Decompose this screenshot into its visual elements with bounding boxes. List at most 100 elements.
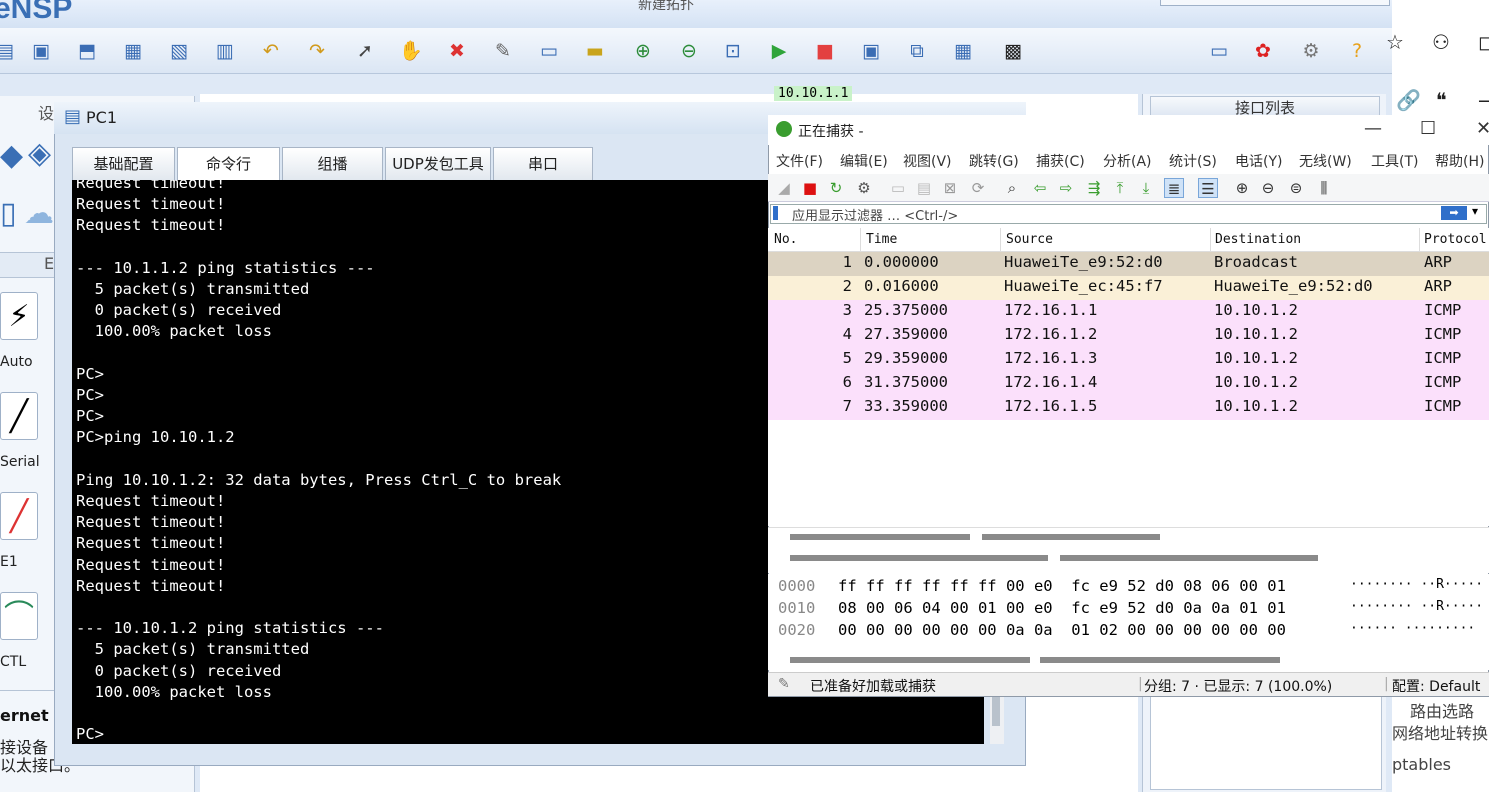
maximize-icon[interactable]: ☐ xyxy=(1420,118,1436,139)
browser-text-nat[interactable]: 网络地址转换 xyxy=(1392,720,1488,744)
shark-fin-icon[interactable]: ◢ xyxy=(774,178,794,198)
ctl-cable-icon[interactable]: ⌒ xyxy=(0,592,38,640)
browser-text-iptables[interactable]: ptables xyxy=(1392,755,1451,774)
stop-capture-icon[interactable]: ■ xyxy=(800,178,820,198)
save-as-icon[interactable]: ▧ xyxy=(166,38,192,64)
packet-row[interactable]: 1 0.000000 HuaweiTe_e9:52:d0 Broadcast ARP xyxy=(768,252,1489,276)
capture-icon[interactable]: ▣ xyxy=(858,38,884,64)
find-icon[interactable]: ⌕ xyxy=(1002,178,1022,198)
tab-serial[interactable]: 串口 xyxy=(493,147,593,180)
capture-options-icon[interactable]: ⚙ xyxy=(854,178,874,198)
topology-icon[interactable]: ⧉ xyxy=(904,38,930,64)
restart-capture-icon[interactable]: ↻ xyxy=(826,178,846,198)
tab-multicast[interactable]: 组播 xyxy=(282,147,383,180)
redo-icon[interactable]: ↷ xyxy=(304,38,330,64)
undo-icon[interactable]: ↶ xyxy=(258,38,284,64)
terminal-scroll-thumb[interactable] xyxy=(992,696,1000,726)
apply-filter-arrow-icon[interactable]: ➡ xyxy=(1441,206,1467,220)
star-icon[interactable]: ☆ xyxy=(1386,30,1404,54)
close-file-icon[interactable]: ⊠ xyxy=(940,178,960,198)
huawei-icon[interactable]: ✿ xyxy=(1250,38,1276,64)
col-destination[interactable]: Destination xyxy=(1215,232,1301,247)
col-source[interactable]: Source xyxy=(1006,232,1053,247)
rectangle-icon[interactable]: ▬ xyxy=(582,38,608,64)
link-icon[interactable]: 🔗 xyxy=(1396,88,1421,112)
colorize-icon[interactable]: ☰ xyxy=(1198,178,1218,198)
goto-icon[interactable]: ⇶ xyxy=(1084,178,1104,198)
print-icon[interactable]: ▥ xyxy=(212,38,238,64)
minimize-icon[interactable]: — xyxy=(1364,118,1382,139)
packet-row[interactable]: 4 27.359000 172.16.1.2 10.10.1.2 ICMP xyxy=(768,324,1489,348)
delete-link-icon[interactable]: ✎ xyxy=(490,38,516,64)
screen-icon[interactable]: ▩ xyxy=(1000,38,1026,64)
pc-category-icon[interactable]: ▯ xyxy=(0,196,17,231)
autoscroll-icon[interactable]: ≣ xyxy=(1164,178,1184,198)
hex-row[interactable]: 0010 08 00 06 04 00 01 00 e0 fc e9 52 d0 … xyxy=(768,599,1489,621)
zoom-out-icon[interactable]: ⊖ xyxy=(676,38,702,64)
e1-cable-icon[interactable]: ╱ xyxy=(0,492,38,540)
open-file-icon[interactable]: ▭ xyxy=(888,178,908,198)
col-time[interactable]: Time xyxy=(866,232,897,247)
bytes-scrollbar[interactable] xyxy=(1040,657,1280,663)
status-profile[interactable]: 配置: Default xyxy=(1392,676,1480,696)
browser-text-routing[interactable]: 路由选路 xyxy=(1410,698,1474,722)
grid-icon[interactable]: ▦ xyxy=(950,38,976,64)
menu-file[interactable]: 文件(F) xyxy=(776,151,823,171)
packet-row[interactable]: 2 0.016000 HuaweiTe_ec:45:f7 HuaweiTe_e9:52… xyxy=(768,276,1489,300)
packet-row[interactable]: 3 25.375000 172.16.1.1 10.10.1.2 ICMP xyxy=(768,300,1489,324)
forward-icon[interactable]: ⇨ xyxy=(1056,178,1076,198)
details-scrollbar[interactable] xyxy=(790,534,970,540)
text-note-icon[interactable]: ▭ xyxy=(536,38,562,64)
add-user-icon[interactable]: ⚇ xyxy=(1432,30,1450,54)
interface-list[interactable] xyxy=(1150,690,1382,790)
switch-category-icon[interactable]: ◈ xyxy=(28,136,51,171)
zoom-in-icon[interactable]: ⊕ xyxy=(630,38,656,64)
new-topo-icon[interactable]: ▤ xyxy=(0,38,18,64)
last-packet-icon[interactable]: ⤓ xyxy=(1136,178,1156,198)
router-category-icon[interactable]: ◆ xyxy=(0,138,23,173)
col-no[interactable]: No. xyxy=(774,232,797,247)
hand-icon[interactable]: ✋ xyxy=(398,38,424,64)
bookmark-filter-icon[interactable] xyxy=(773,206,778,220)
fit-icon[interactable]: ⊡ xyxy=(720,38,746,64)
zoom-in-packets-icon[interactable]: ⊕ xyxy=(1232,178,1252,198)
menu-tools[interactable]: 工具(T) xyxy=(1371,151,1418,171)
col-protocol[interactable]: Protocol xyxy=(1424,232,1487,247)
reload-icon[interactable]: ⟳ xyxy=(968,178,988,198)
normal-size-icon[interactable]: ⊜ xyxy=(1286,178,1306,198)
packet-row[interactable]: 6 31.375000 172.16.1.4 10.10.1.2 ICMP xyxy=(768,372,1489,396)
more-icon[interactable]: — xyxy=(1478,88,1489,112)
delete-icon[interactable]: ✖ xyxy=(444,38,470,64)
settings-icon[interactable]: ⚙ xyxy=(1298,38,1324,64)
search-box-edge[interactable] xyxy=(1160,0,1390,6)
menu-wireless[interactable]: 无线(W) xyxy=(1299,151,1352,171)
hex-row[interactable]: 0020 00 00 00 00 00 00 0a 0a 01 02 00 00 … xyxy=(768,621,1489,643)
details-scrollbar[interactable] xyxy=(790,555,1048,561)
back-icon[interactable]: ⇦ xyxy=(1030,178,1050,198)
packet-row[interactable]: 7 33.359000 172.16.1.5 10.10.1.2 ICMP xyxy=(768,396,1489,420)
help-icon[interactable]: ? xyxy=(1344,38,1370,64)
menu-capture[interactable]: 捕获(C) xyxy=(1036,151,1085,171)
auto-cable-icon[interactable]: ⚡ xyxy=(0,292,38,340)
pointer-icon[interactable]: ➚ xyxy=(352,38,378,64)
new-file-icon[interactable]: ▣ xyxy=(28,38,54,64)
menu-statistics[interactable]: 统计(S) xyxy=(1169,151,1217,171)
details-scrollbar[interactable] xyxy=(982,534,1160,540)
save-icon[interactable]: ▦ xyxy=(120,38,146,64)
close-icon[interactable]: ✕ xyxy=(1476,118,1489,139)
menu-help[interactable]: 帮助(H) xyxy=(1435,151,1484,171)
start-icon[interactable]: ▶ xyxy=(766,38,792,64)
save-file-icon[interactable]: ▤ xyxy=(914,178,934,198)
open-icon[interactable]: ⬒ xyxy=(74,38,100,64)
resize-columns-icon[interactable]: ⫼ xyxy=(1314,178,1334,198)
first-packet-icon[interactable]: ⤒ xyxy=(1110,178,1130,198)
tab-command-line[interactable]: 命令行 xyxy=(177,147,280,180)
tab-udp-tool[interactable]: UDP发包工具 xyxy=(385,147,491,180)
quote-icon[interactable]: ❝ xyxy=(1436,88,1447,112)
tab-basic-config[interactable]: 基础配置 xyxy=(72,147,175,180)
packet-row[interactable]: 5 29.359000 172.16.1.3 10.10.1.2 ICMP xyxy=(768,348,1489,372)
menu-go[interactable]: 跳转(G) xyxy=(969,151,1019,171)
bytes-scrollbar[interactable] xyxy=(790,657,1030,663)
bookmark-icon[interactable]: ◻ xyxy=(1478,30,1489,54)
menu-analyze[interactable]: 分析(A) xyxy=(1103,151,1152,171)
